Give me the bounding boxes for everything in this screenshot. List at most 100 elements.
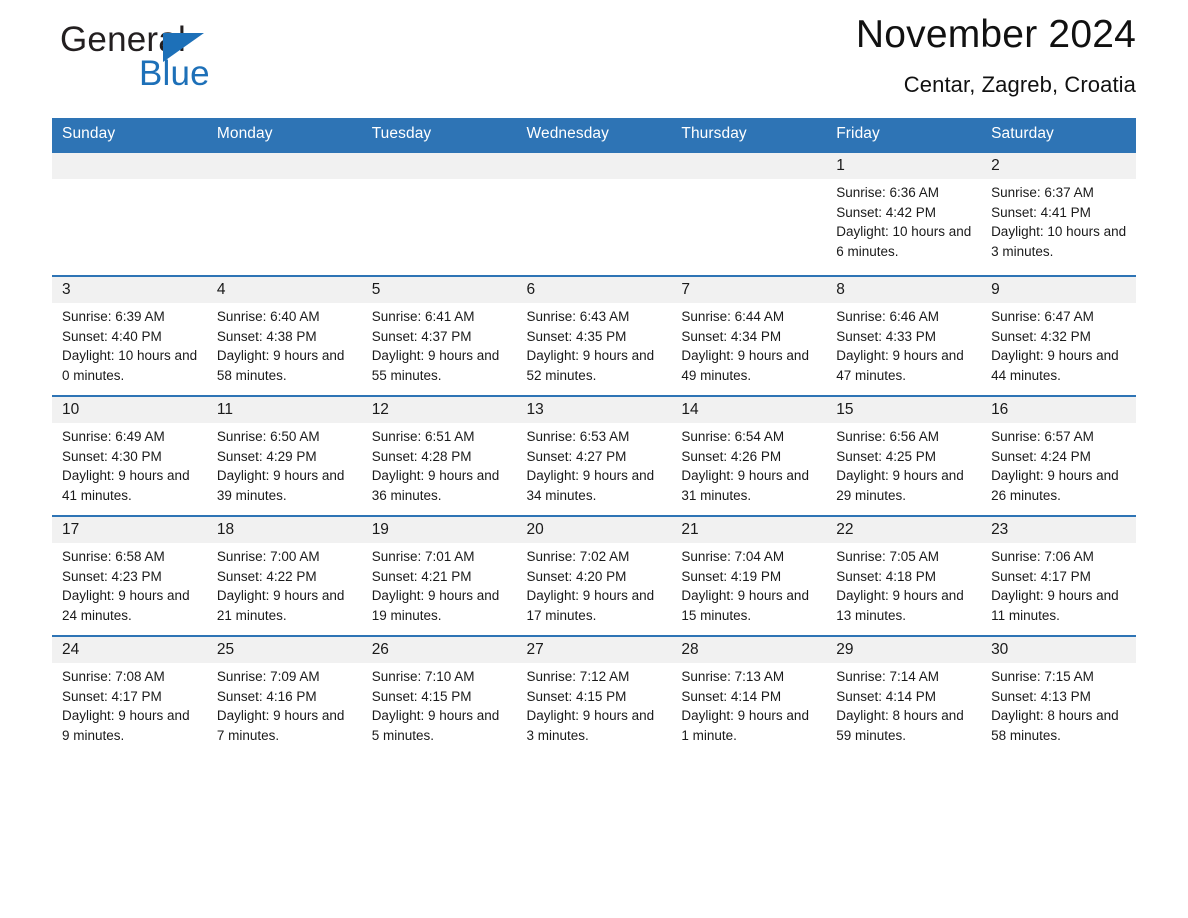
day-number: 29 — [826, 637, 982, 663]
calendar-day-cell[interactable]: 14 Sunrise: 6:54 AM Sunset: 4:26 PM Dayligh… — [671, 395, 827, 516]
daylight-text: Daylight: 9 hours and 41 minutes. — [62, 468, 190, 503]
calendar-day-cell[interactable]: 16 Sunrise: 6:57 AM Sunset: 4:24 PM Dayligh… — [981, 395, 1136, 516]
calendar-day-cell[interactable]: 3 Sunrise: 6:39 AM Sunset: 4:40 PM Daylight… — [52, 275, 207, 396]
daylight-text: Daylight: 9 hours and 58 minutes. — [216, 348, 345, 383]
page-title: November 2024 — [855, 13, 1136, 56]
day-sun-info: Sunrise: 6:56 AM Sunset: 4:25 PM Daylight:… — [826, 423, 981, 505]
weekday-header-row: Sunday Monday Tuesday Wednesday Thursday… — [52, 118, 1136, 152]
day-number: 4 — [206, 277, 362, 303]
calendar-day-cell[interactable]: 23 Sunrise: 7:06 AM Sunset: 4:17 PM Dayligh… — [981, 515, 1136, 636]
day-number: 15 — [826, 397, 982, 423]
daylight-text: Daylight: 9 hours and 19 minutes. — [371, 588, 500, 623]
sunrise-text: Sunrise: 6:51 AM — [371, 429, 475, 444]
calendar-day-cell[interactable]: 19 Sunrise: 7:01 AM Sunset: 4:21 PM Dayligh… — [361, 515, 517, 636]
calendar-day-cell[interactable]: 2 Sunrise: 6:37 AM Sunset: 4:41 PM Daylight… — [981, 151, 1136, 276]
sunset-text: Sunset: 4:27 PM — [526, 448, 627, 464]
calendar-day-cell[interactable]: 1 Sunrise: 6:36 AM Sunset: 4:42 PM Daylight… — [826, 151, 982, 276]
sunrise-text: Sunrise: 6:50 AM — [216, 429, 320, 444]
calendar-day-cell[interactable]: 15 Sunrise: 6:56 AM Sunset: 4:25 PM Dayligh… — [826, 395, 982, 516]
calendar-day-cell[interactable]: 6 Sunrise: 6:43 AM Sunset: 4:35 PM Daylight… — [516, 275, 672, 396]
calendar-page: General Blue November 2024 Centar, Zagre… — [0, 0, 1188, 918]
day-number: 26 — [361, 637, 517, 663]
sunset-text: Sunset: 4:23 PM — [62, 568, 162, 584]
calendar-day-cell[interactable]: 28 Sunrise: 7:13 AM Sunset: 4:14 PM Dayligh… — [671, 635, 827, 755]
day-number: 9 — [981, 277, 1136, 303]
calendar-day-cell[interactable]: 17 Sunrise: 6:58 AM Sunset: 4:23 PM Dayligh… — [52, 515, 207, 636]
day-number: 30 — [981, 637, 1136, 663]
weekday-header-friday: Friday — [826, 118, 982, 152]
day-number — [52, 153, 207, 179]
day-sun-info: Sunrise: 6:53 AM Sunset: 4:27 PM Daylight:… — [517, 423, 672, 505]
sunset-text: Sunset: 4:15 PM — [526, 688, 627, 704]
calendar-day-cell[interactable]: 8 Sunrise: 6:46 AM Sunset: 4:33 PM Daylight… — [826, 275, 982, 396]
sunset-text: Sunset: 4:17 PM — [62, 688, 162, 704]
calendar-day-cell[interactable]: 26 Sunrise: 7:10 AM Sunset: 4:15 PM Dayligh… — [361, 635, 517, 755]
sunrise-text: Sunrise: 6:37 AM — [991, 185, 1094, 200]
day-number: 2 — [981, 153, 1136, 179]
calendar-day-cell[interactable]: 21 Sunrise: 7:04 AM Sunset: 4:19 PM Dayligh… — [671, 515, 827, 636]
page-header: General Blue November 2024 Centar, Zagre… — [52, 0, 1136, 118]
sunrise-text: Sunrise: 7:08 AM — [62, 669, 165, 684]
sunrise-text: Sunrise: 6:36 AM — [836, 185, 940, 200]
daylight-text: Daylight: 9 hours and 26 minutes. — [991, 468, 1119, 503]
day-number: 19 — [361, 517, 517, 543]
calendar-day-cell[interactable]: 12 Sunrise: 6:51 AM Sunset: 4:28 PM Dayligh… — [361, 395, 517, 516]
day-number: 5 — [361, 277, 517, 303]
sunrise-text: Sunrise: 7:10 AM — [371, 669, 475, 684]
calendar-day-cell[interactable]: 30 Sunrise: 7:15 AM Sunset: 4:13 PM Dayligh… — [981, 635, 1136, 755]
calendar-body: 1 Sunrise: 6:36 AM Sunset: 4:42 PM Daylight… — [52, 151, 1136, 755]
calendar-day-cell[interactable]: 9 Sunrise: 6:47 AM Sunset: 4:32 PM Daylight… — [981, 275, 1136, 396]
calendar-week-row: 17 Sunrise: 6:58 AM Sunset: 4:23 PM Dayligh… — [52, 515, 1136, 636]
calendar-day-cell-empty — [671, 151, 827, 276]
day-sun-info: Sunrise: 6:40 AM Sunset: 4:38 PM Daylight:… — [207, 303, 362, 385]
calendar-day-cell[interactable]: 18 Sunrise: 7:00 AM Sunset: 4:22 PM Dayligh… — [206, 515, 362, 636]
title-block: November 2024 Centar, Zagreb, Croatia — [856, 12, 1136, 99]
sunset-text: Sunset: 4:15 PM — [371, 688, 472, 704]
calendar-day-cell[interactable]: 22 Sunrise: 7:05 AM Sunset: 4:18 PM Dayligh… — [826, 515, 982, 636]
calendar-day-cell[interactable]: 7 Sunrise: 6:44 AM Sunset: 4:34 PM Daylight… — [671, 275, 827, 396]
day-sun-info: Sunrise: 6:43 AM Sunset: 4:35 PM Daylight:… — [517, 303, 672, 385]
sunset-text: Sunset: 4:24 PM — [991, 448, 1091, 464]
sunset-text: Sunset: 4:17 PM — [991, 568, 1091, 584]
day-sun-info: Sunrise: 6:54 AM Sunset: 4:26 PM Daylight:… — [671, 423, 826, 505]
sunrise-text: Sunrise: 7:00 AM — [216, 549, 320, 564]
sunrise-text: Sunrise: 7:14 AM — [836, 669, 940, 684]
sunset-text: Sunset: 4:14 PM — [681, 688, 782, 704]
day-sun-info: Sunrise: 6:46 AM Sunset: 4:33 PM Daylight:… — [826, 303, 981, 385]
sunrise-text: Sunrise: 6:43 AM — [526, 309, 630, 324]
day-number: 23 — [981, 517, 1136, 543]
sunrise-text: Sunrise: 6:58 AM — [62, 549, 165, 564]
sunset-text: Sunset: 4:26 PM — [681, 448, 782, 464]
day-sun-info: Sunrise: 7:10 AM Sunset: 4:15 PM Daylight:… — [362, 663, 517, 745]
daylight-text: Daylight: 9 hours and 49 minutes. — [681, 348, 809, 383]
daylight-text: Daylight: 9 hours and 15 minutes. — [681, 588, 809, 623]
calendar-day-cell[interactable]: 20 Sunrise: 7:02 AM Sunset: 4:20 PM Dayligh… — [516, 515, 672, 636]
sunset-text: Sunset: 4:13 PM — [991, 688, 1091, 704]
calendar-day-cell[interactable]: 27 Sunrise: 7:12 AM Sunset: 4:15 PM Dayligh… — [516, 635, 672, 755]
calendar-day-cell[interactable]: 24 Sunrise: 7:08 AM Sunset: 4:17 PM Dayligh… — [52, 635, 207, 755]
calendar-day-cell[interactable]: 11 Sunrise: 6:50 AM Sunset: 4:29 PM Dayligh… — [206, 395, 362, 516]
calendar-day-cell[interactable]: 4 Sunrise: 6:40 AM Sunset: 4:38 PM Daylight… — [206, 275, 362, 396]
sunrise-text: Sunrise: 6:39 AM — [62, 309, 165, 324]
calendar-day-cell[interactable]: 10 Sunrise: 6:49 AM Sunset: 4:30 PM Dayligh… — [52, 395, 207, 516]
day-number: 18 — [206, 517, 362, 543]
sunrise-text: Sunrise: 6:41 AM — [371, 309, 475, 324]
calendar-day-cell[interactable]: 13 Sunrise: 6:53 AM Sunset: 4:27 PM Dayligh… — [516, 395, 672, 516]
sunrise-text: Sunrise: 7:02 AM — [526, 549, 630, 564]
daylight-text: Daylight: 9 hours and 39 minutes. — [216, 468, 345, 503]
general-blue-logo: General Blue — [60, 20, 360, 104]
day-number: 1 — [826, 153, 982, 179]
sunrise-sunset-calendar-table: Sunday Monday Tuesday Wednesday Thursday… — [52, 118, 1136, 755]
daylight-text: Daylight: 9 hours and 31 minutes. — [681, 468, 809, 503]
daylight-text: Daylight: 9 hours and 21 minutes. — [216, 588, 345, 623]
calendar-day-cell[interactable]: 5 Sunrise: 6:41 AM Sunset: 4:37 PM Daylight… — [361, 275, 517, 396]
day-sun-info: Sunrise: 6:37 AM Sunset: 4:41 PM Daylight:… — [981, 179, 1136, 261]
calendar-day-cell[interactable]: 25 Sunrise: 7:09 AM Sunset: 4:16 PM Dayligh… — [206, 635, 362, 755]
sunset-text: Sunset: 4:33 PM — [836, 328, 937, 344]
day-sun-info: Sunrise: 6:49 AM Sunset: 4:30 PM Daylight:… — [52, 423, 207, 505]
calendar-day-cell[interactable]: 29 Sunrise: 7:14 AM Sunset: 4:14 PM Dayligh… — [826, 635, 982, 755]
location-subtitle: Centar, Zagreb, Croatia — [903, 72, 1136, 97]
sunrise-text: Sunrise: 6:56 AM — [836, 429, 940, 444]
sunset-text: Sunset: 4:37 PM — [371, 328, 472, 344]
daylight-text: Daylight: 9 hours and 17 minutes. — [526, 588, 655, 623]
